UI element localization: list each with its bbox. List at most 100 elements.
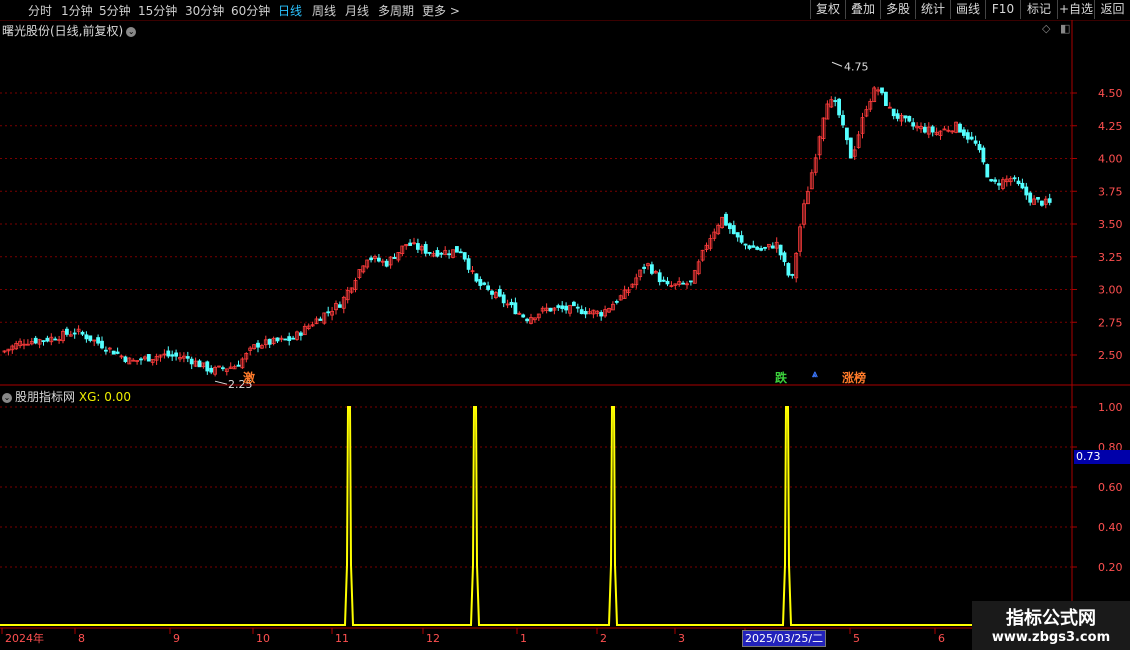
price-tick-label: 2.50 [1098, 349, 1123, 362]
candle-body [174, 352, 179, 357]
candle-body [989, 179, 994, 182]
candle-body [548, 307, 553, 312]
xg-label: XG: [78, 390, 101, 404]
indicator-name: 股朋指标网 [15, 390, 76, 404]
xg-line [0, 406, 1072, 626]
stock-title-text: 曙光股份(日线,前复权) [2, 24, 124, 38]
candle-body [884, 91, 888, 106]
candle-body [509, 301, 514, 306]
period-5min[interactable]: 5分钟 [99, 2, 131, 19]
indicator-grid [0, 406, 1072, 568]
candle-body [462, 252, 467, 260]
period-more[interactable]: 更多 > [422, 2, 460, 19]
candle-body [993, 179, 997, 182]
high-pointer [831, 61, 843, 67]
candle-body [220, 367, 225, 370]
chevron-down-icon[interactable]: ⌄ [126, 26, 137, 37]
price-tick-label: 3.75 [1098, 185, 1123, 198]
candle-body [435, 250, 440, 257]
marker-ji[interactable]: 激 [243, 369, 255, 386]
candle-body [166, 350, 171, 357]
mark-button[interactable]: 标记 [1020, 0, 1057, 19]
period-daily[interactable]: 日线 [278, 2, 302, 19]
price-tick-label: 4.50 [1098, 87, 1123, 100]
candle-body [80, 331, 85, 335]
candle-body [298, 332, 303, 336]
watermark: 指标公式网 www.zbgs3.com [972, 601, 1130, 650]
candle-body [337, 304, 342, 308]
candle-body [458, 251, 463, 254]
stats-button[interactable]: 统计 [915, 0, 950, 19]
candle-body [474, 273, 479, 282]
candle-body [770, 245, 775, 249]
period-60min[interactable]: 60分钟 [231, 2, 270, 19]
time-tick-label: 1 [520, 632, 527, 645]
f10-button[interactable]: F10 [985, 0, 1020, 19]
watermark-url: www.zbgs3.com [991, 630, 1111, 645]
multi-stock-button[interactable]: 多股 [880, 0, 915, 19]
candle-body [115, 351, 120, 354]
candle-body [778, 244, 783, 256]
candlestick-series [2, 85, 1052, 377]
candle-body [985, 164, 990, 178]
adjust-button[interactable]: 复权 [810, 0, 845, 19]
period-1min[interactable]: 1分钟 [61, 2, 93, 19]
candle-body [521, 314, 526, 318]
candle-body [236, 364, 241, 367]
period-weekly[interactable]: 周线 [312, 2, 336, 19]
indicator-title[interactable]: ⌄ 股朋指标网 XG: 0.00 [2, 388, 131, 405]
draw-line-button[interactable]: 画线 [950, 0, 985, 19]
candle-body [564, 305, 568, 311]
time-tick-label: 3 [678, 632, 685, 645]
candle-body [185, 356, 190, 359]
candle-body [72, 332, 77, 335]
period-multi[interactable]: 多周期 [378, 2, 414, 19]
candle-body [997, 183, 1001, 186]
candle-body [650, 264, 654, 274]
candle-body [205, 361, 210, 372]
candle-body [423, 244, 428, 254]
candle-body [895, 113, 900, 119]
marker-die[interactable]: 跌 [775, 369, 787, 386]
period-intraday[interactable]: 分时 [28, 2, 52, 19]
candle-body [575, 306, 580, 309]
low-pointer [214, 380, 228, 385]
add-watchlist-button[interactable]: +自选 [1057, 0, 1094, 19]
candle-body [439, 252, 444, 255]
candle-body [747, 245, 752, 249]
marker-zhangbang[interactable]: 涨榜 [842, 369, 866, 386]
candle-body [583, 310, 588, 315]
stock-title[interactable]: 曙光股份(日线,前复权) ⌄ [2, 22, 137, 39]
candle-body [139, 358, 143, 361]
candle-body [579, 309, 584, 315]
panel-toggle-icon[interactable]: ◧ [1060, 22, 1070, 35]
candle-body [977, 144, 982, 151]
chevron-down-icon[interactable]: ⌄ [2, 392, 12, 403]
candle-body [1028, 192, 1033, 203]
candle-body [642, 266, 646, 269]
candle-body [689, 280, 693, 283]
candle-body [891, 108, 896, 117]
period-15min[interactable]: 15分钟 [138, 2, 177, 19]
candle-body [837, 98, 841, 116]
candle-body [930, 126, 935, 133]
time-tick-label: 10 [256, 632, 270, 645]
candle-body [572, 301, 576, 307]
candle-body [556, 305, 561, 308]
candle-body [369, 257, 374, 261]
back-button[interactable]: 返回 [1094, 0, 1130, 19]
candle-body [490, 290, 494, 295]
candle-body [763, 246, 767, 249]
overlay-button[interactable]: 叠加 [845, 0, 880, 19]
chart-area[interactable]: 4.50 4.25 4.00 3.75 3.50 3.25 3.00 2.75 2.50 1.0… [0, 20, 1130, 650]
candle-body [1036, 197, 1040, 200]
candle-body [731, 225, 736, 235]
diamond-icon[interactable]: ◇ [1042, 22, 1050, 35]
period-monthly[interactable]: 月线 [345, 2, 369, 19]
period-30min[interactable]: 30分钟 [185, 2, 224, 19]
candle-body [283, 338, 288, 341]
candle-body [478, 279, 483, 286]
candle-body [782, 252, 787, 263]
candle-body [466, 258, 471, 270]
candle-body [962, 129, 966, 136]
